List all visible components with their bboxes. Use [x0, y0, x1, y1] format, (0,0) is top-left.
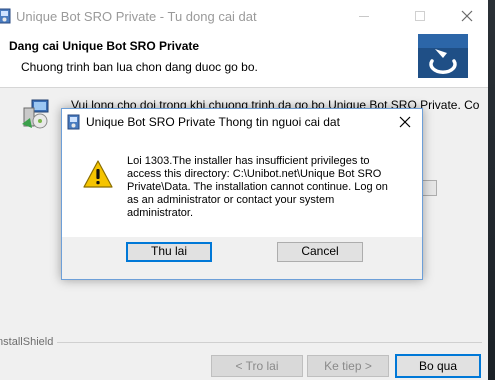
retry-button[interactable]: Thu lai — [126, 242, 212, 262]
warning-icon — [83, 160, 113, 188]
installshield-logo — [418, 34, 468, 78]
cancel-button[interactable]: Cancel — [277, 242, 363, 262]
next-button[interactable]: Ke tiep > — [307, 355, 389, 377]
divider — [57, 342, 482, 343]
error-dialog: Unique Bot SRO Private Thong tin nguoi c… — [61, 108, 423, 280]
message-line: Loi 1303.The installer has insufficient … — [127, 155, 370, 167]
window-title: Unique Bot SRO Private - Tu dong cai dat — [16, 9, 257, 24]
window-titlebar[interactable]: Unique Bot SRO Private - Tu dong cai dat — [0, 0, 488, 32]
banner-title: Dang cai Unique Bot SRO Private — [9, 39, 200, 53]
back-button[interactable]: < Tro lai — [211, 355, 303, 377]
banner-subtitle: Chuong trinh ban lua chon dang duoc go b… — [21, 60, 258, 74]
desktop-background — [488, 0, 495, 380]
installer-icon — [0, 8, 11, 24]
dialog-body: Loi 1303.The installer has insufficient … — [62, 135, 422, 237]
minimize-icon[interactable] — [356, 8, 372, 24]
maximize-icon[interactable] — [412, 8, 428, 24]
header-banner: Dang cai Unique Bot SRO Private Chuong t… — [0, 32, 488, 88]
installshield-brand: InstallShield — [0, 336, 54, 348]
message-line: access this directory: C:\Unibot.net\Uni… — [127, 168, 382, 180]
logo-swirl-icon — [418, 34, 468, 78]
installer-icon — [67, 114, 80, 130]
setup-computer-icon — [22, 99, 49, 129]
message-line: as an administrator or contact your syst… — [127, 194, 335, 206]
cancel-install-button[interactable]: Bo qua — [395, 354, 481, 378]
close-icon[interactable] — [459, 8, 475, 24]
hidden-control — [421, 180, 437, 196]
message-line: Private\Data. The installation cannot co… — [127, 181, 388, 193]
dialog-footer: Thu lai Cancel — [62, 237, 422, 279]
close-icon[interactable] — [398, 115, 412, 129]
message-line: administrator. — [127, 207, 194, 219]
error-message: Loi 1303.The installer has insufficient … — [127, 155, 397, 220]
dialog-title: Unique Bot SRO Private Thong tin nguoi c… — [86, 115, 340, 129]
dialog-titlebar[interactable]: Unique Bot SRO Private Thong tin nguoi c… — [62, 109, 422, 135]
